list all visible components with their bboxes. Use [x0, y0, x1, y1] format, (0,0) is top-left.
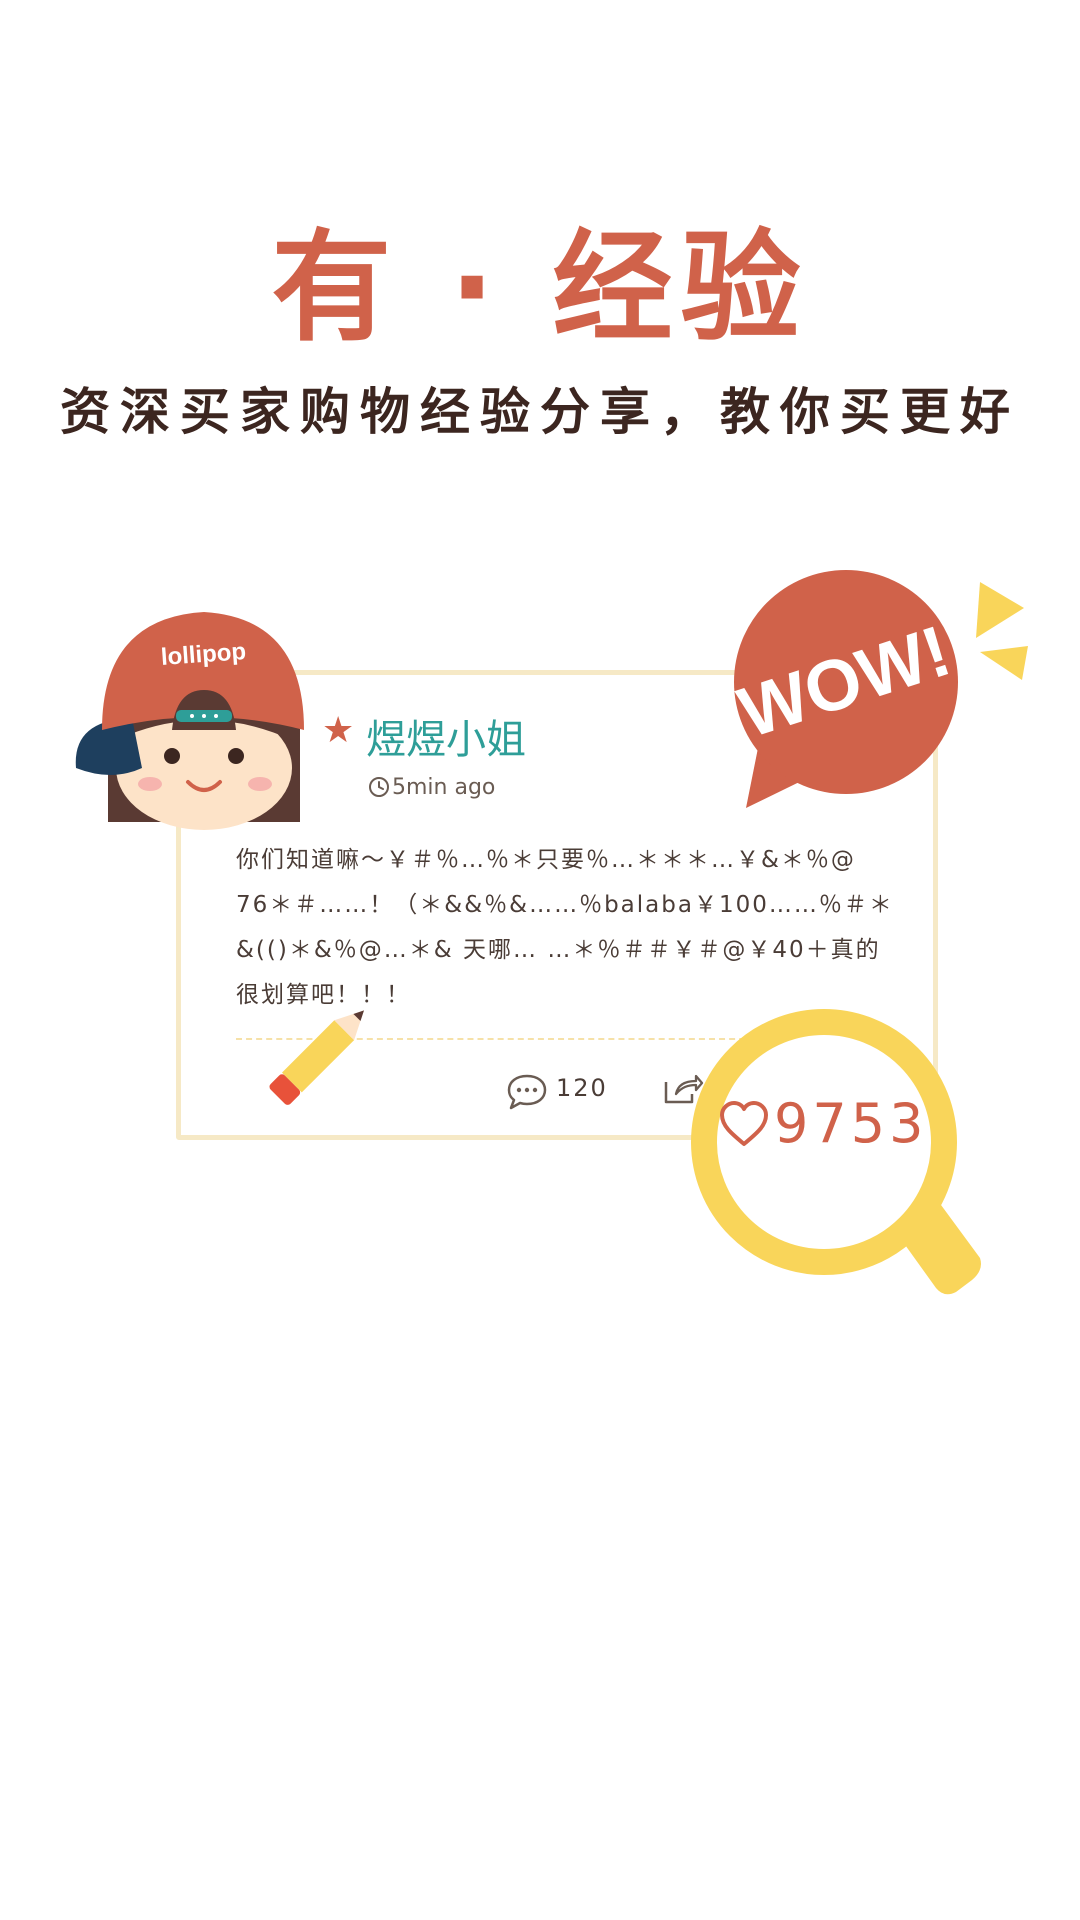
post-time: 5min ago [392, 775, 496, 800]
page-subtitle: 资深买家购物经验分享，教你买更好 [60, 383, 1020, 441]
like-count: 9753 [774, 1092, 928, 1155]
star-icon: ★ [322, 710, 355, 751]
clock-icon [369, 777, 389, 797]
comment-count: 120 [556, 1074, 608, 1102]
comment-icon[interactable] [505, 1072, 549, 1112]
post-username[interactable]: 煜煜小姐 [366, 707, 526, 765]
avatar: lollipop [75, 612, 304, 830]
sparkle-accent [976, 582, 1024, 638]
wow-bubble: WOW! [730, 570, 1028, 808]
pencil-icon [269, 1010, 365, 1105]
sparkle-accent [980, 646, 1028, 680]
heart-icon[interactable] [718, 1100, 770, 1148]
magnifier-icon [691, 1009, 981, 1295]
page-title: 有 · 经验 [271, 219, 809, 358]
